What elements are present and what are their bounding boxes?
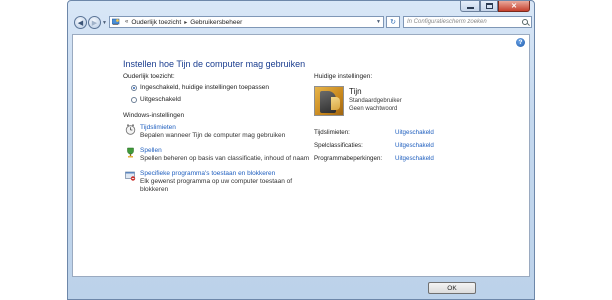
forward-button[interactable]: ▶ (88, 16, 101, 29)
breadcrumb-item-parental-control[interactable]: Ouderlijk toezicht (131, 19, 181, 26)
maximize-icon (485, 3, 493, 9)
page-title: Instellen hoe Tijn de computer mag gebru… (123, 59, 306, 69)
ok-button[interactable]: OK (428, 282, 476, 294)
setting-time-limits-text: Tijdslimieten Bepalen wanneer Tijn de co… (140, 124, 285, 140)
refresh-button[interactable]: ↻ (386, 16, 400, 28)
control-panel-window: ✕ ◀ ▶ ▼ « Ouderlijk toezicht ▸ Gebruiker… (67, 0, 535, 300)
radio-disabled[interactable]: Uitgeschakeld (131, 96, 181, 103)
current-settings-label: Huidige instellingen: (314, 73, 373, 80)
clock-icon (125, 124, 136, 135)
radio-button-unchecked[interactable] (131, 96, 137, 103)
time-limits-status-value[interactable]: Uitgeschakeld (395, 129, 434, 136)
game-ratings-status-label: Spelclassificaties: (314, 142, 363, 149)
setting-games-text: Spellen Spellen beheren op basis van cla… (140, 147, 309, 163)
search-input[interactable]: In Configuratiescherm zoeken (403, 16, 532, 28)
search-placeholder: In Configuratiescherm zoeken (407, 19, 487, 25)
window-controls: ✕ (460, 1, 530, 13)
setting-programs-text: Specifieke programma's toestaan en blokk… (140, 170, 292, 194)
user-name: Tijn (349, 87, 362, 96)
back-button[interactable]: ◀ (74, 16, 87, 29)
radio-disabled-label: Uitgeschakeld (140, 96, 181, 103)
programs-description-line-2: blokkeren (140, 186, 169, 193)
control-panel-icon (112, 18, 120, 25)
trophy-icon (127, 147, 134, 158)
program-restrictions-status-label: Programmabeperkingen: (314, 155, 383, 162)
recent-pages-dropdown[interactable]: ▼ (102, 20, 107, 26)
user-role: Standaardgebruiker (349, 98, 402, 104)
parental-control-label: Ouderlijk toezicht: (123, 73, 175, 80)
programs-description-line-1: Elk gewenst programma op uw computer toe… (140, 178, 293, 185)
minimize-button[interactable] (460, 1, 480, 12)
search-icon[interactable] (522, 19, 528, 25)
games-link[interactable]: Spellen (140, 147, 309, 155)
forward-arrow-icon: ▶ (91, 19, 98, 27)
time-limits-link[interactable]: Tijdslimieten (140, 124, 285, 132)
address-dropdown-icon[interactable]: ▼ (376, 19, 381, 25)
navigation-bar: ◀ ▶ ▼ « Ouderlijk toezicht ▸ Gebruikersb… (72, 15, 532, 31)
setting-programs: Specifieke programma's toestaan en blokk… (125, 170, 292, 194)
main-content: ? Instellen hoe Tijn de computer mag geb… (72, 34, 530, 277)
help-icon[interactable]: ? (516, 38, 525, 47)
time-limits-description: Bepalen wanneer Tijn de computer mag geb… (140, 132, 286, 139)
windows-settings-label: Windows-instellingen (123, 112, 185, 119)
address-bar[interactable]: « Ouderlijk toezicht ▸ Gebruikersbeheer … (109, 16, 384, 28)
user-password-status: Geen wachtwoord (349, 106, 398, 112)
user-avatar (314, 86, 344, 116)
games-description: Spellen beheren op basis van classificat… (140, 155, 310, 162)
refresh-icon: ↻ (390, 19, 396, 26)
breadcrumb-separator[interactable]: ▸ (184, 19, 187, 26)
setting-time-limits: Tijdslimieten Bepalen wanneer Tijn de co… (125, 124, 285, 140)
breadcrumb-overflow[interactable]: « (125, 19, 128, 25)
time-limits-status-label: Tijdslimieten: (314, 129, 350, 136)
setting-games: Spellen Spellen beheren op basis van cla… (125, 147, 309, 163)
program-restrictions-status-value[interactable]: Uitgeschakeld (395, 155, 434, 162)
radio-button-checked[interactable] (131, 84, 137, 91)
dialog-footer: OK (72, 279, 530, 297)
programs-link[interactable]: Specifieke programma's toestaan en blokk… (140, 170, 292, 178)
radio-enabled-label: Ingeschakeld, huidige instellingen toepa… (140, 84, 270, 91)
close-icon: ✕ (511, 2, 517, 10)
close-button[interactable]: ✕ (498, 1, 530, 12)
minimize-icon (466, 6, 474, 9)
maximize-button[interactable] (480, 1, 498, 12)
back-arrow-icon: ◀ (77, 19, 84, 27)
game-ratings-status-value[interactable]: Uitgeschakeld (395, 142, 434, 149)
radio-enabled[interactable]: Ingeschakeld, huidige instellingen toepa… (131, 84, 269, 91)
breadcrumb-item-user-management[interactable]: Gebruikersbeheer (190, 19, 242, 26)
program-icon (125, 171, 136, 181)
